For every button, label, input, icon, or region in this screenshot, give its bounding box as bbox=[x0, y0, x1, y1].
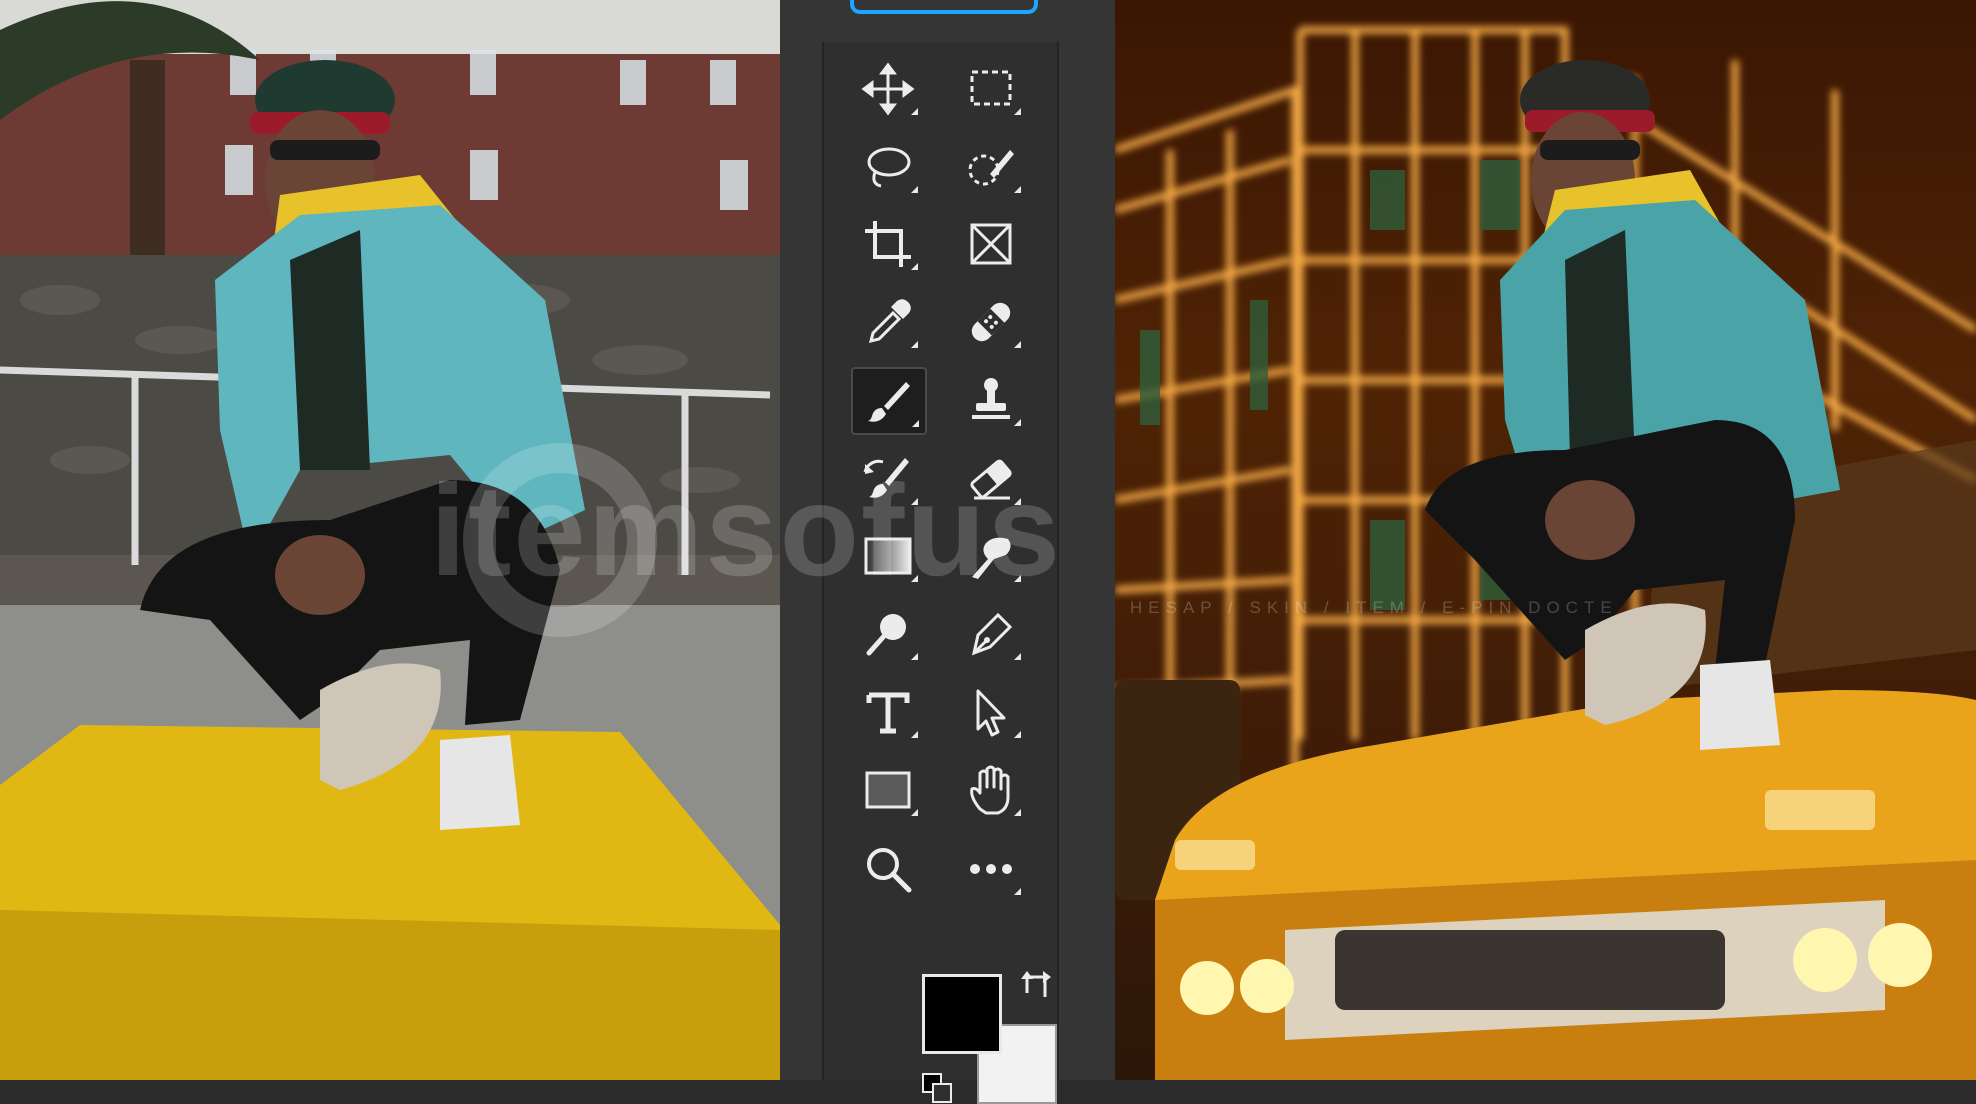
type-icon bbox=[866, 692, 910, 734]
magnifier-icon bbox=[867, 848, 912, 893]
rectangle-marquee-icon bbox=[970, 70, 1012, 106]
tool-group-indicator bbox=[911, 731, 918, 738]
watermark-subtext: HESAP / SKIN / ITEM / E-PIN DOCTE bbox=[1130, 598, 1618, 617]
lasso-tool[interactable] bbox=[852, 135, 924, 199]
quick-selection-icon bbox=[968, 150, 1014, 186]
clone-stamp-tool[interactable] bbox=[955, 368, 1027, 432]
tool-group-indicator bbox=[1014, 186, 1021, 193]
arrow-cursor-icon bbox=[976, 689, 1006, 737]
hand-icon bbox=[970, 765, 1010, 815]
eyedropper-tool[interactable] bbox=[852, 290, 924, 354]
tool-group-indicator bbox=[911, 653, 918, 660]
bandage-icon bbox=[971, 302, 1011, 342]
eyedropper-icon bbox=[868, 299, 911, 344]
tool-group-indicator bbox=[911, 186, 918, 193]
watermark-text: itemsofus bbox=[430, 457, 1063, 603]
dodge-tool[interactable] bbox=[852, 602, 924, 666]
marquee-tool[interactable] bbox=[955, 57, 1027, 121]
dodge-icon bbox=[866, 614, 906, 656]
tool-group-indicator bbox=[911, 809, 918, 816]
swap-colors-icon[interactable] bbox=[1019, 967, 1055, 1003]
panel-top-tab[interactable] bbox=[850, 0, 1038, 14]
after-photo bbox=[1115, 0, 1976, 1080]
crop-icon bbox=[865, 221, 911, 267]
quick-selection-tool[interactable] bbox=[955, 135, 1027, 199]
tool-group-indicator bbox=[912, 420, 919, 427]
tool-group-indicator bbox=[1014, 809, 1021, 816]
frame-tool[interactable] bbox=[955, 212, 1027, 276]
tool-group-indicator bbox=[1014, 341, 1021, 348]
type-tool[interactable] bbox=[852, 680, 924, 744]
move-icon bbox=[861, 62, 915, 116]
foreground-color-swatch[interactable] bbox=[922, 974, 1002, 1054]
brush-tool[interactable] bbox=[851, 367, 927, 435]
rectangle-icon bbox=[865, 771, 911, 809]
frame-icon bbox=[970, 223, 1012, 265]
default-colors-icon[interactable] bbox=[921, 1072, 953, 1104]
tool-group-indicator bbox=[1014, 108, 1021, 115]
pen-tool[interactable] bbox=[955, 602, 1027, 666]
brush-icon bbox=[868, 382, 910, 422]
tool-group-indicator bbox=[911, 341, 918, 348]
lasso-icon bbox=[867, 147, 911, 188]
more-tools[interactable] bbox=[955, 837, 1027, 901]
tool-group-indicator bbox=[911, 263, 918, 270]
tool-group-indicator bbox=[1014, 888, 1021, 895]
move-tool[interactable] bbox=[852, 57, 924, 121]
tool-group-indicator bbox=[911, 108, 918, 115]
crop-tool[interactable] bbox=[852, 212, 924, 276]
stamp-icon bbox=[972, 378, 1010, 419]
tool-group-indicator bbox=[1014, 731, 1021, 738]
zoom-tool[interactable] bbox=[852, 837, 924, 901]
path-selection-tool[interactable] bbox=[955, 680, 1027, 744]
after-scene bbox=[1115, 26, 1976, 1080]
healing-brush-tool[interactable] bbox=[955, 290, 1027, 354]
rectangle-tool[interactable] bbox=[852, 758, 924, 822]
ellipsis-icon bbox=[970, 864, 1012, 874]
tool-group-indicator bbox=[1014, 419, 1021, 426]
pen-icon bbox=[971, 612, 1013, 656]
hand-tool[interactable] bbox=[955, 758, 1027, 822]
tool-group-indicator bbox=[1014, 653, 1021, 660]
